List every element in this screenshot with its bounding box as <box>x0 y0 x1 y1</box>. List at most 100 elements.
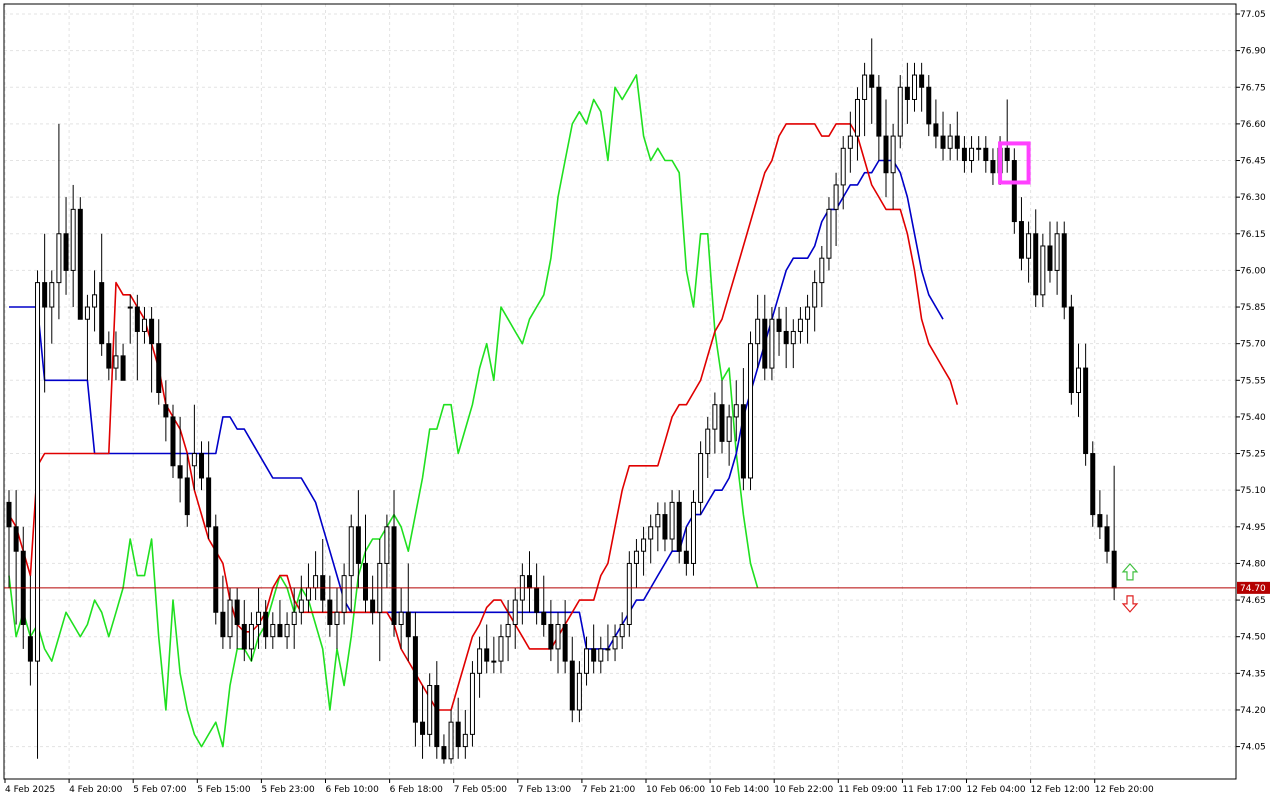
candle-body <box>633 550 639 564</box>
candle-body <box>313 575 319 589</box>
y-tick-label: 75.70 <box>1240 340 1266 350</box>
candle-body <box>248 623 254 650</box>
y-tick-label: 75.40 <box>1240 413 1266 423</box>
candle-body <box>854 98 860 137</box>
candle-body <box>277 623 283 638</box>
candle-body <box>1018 221 1024 259</box>
candle-body <box>113 355 119 369</box>
candle-body <box>99 282 105 345</box>
candle-body <box>576 672 582 711</box>
candle-body <box>170 416 176 467</box>
y-tick-label: 76.60 <box>1240 120 1266 130</box>
candle-body <box>370 599 376 613</box>
y-tick-label: 74.80 <box>1240 559 1266 569</box>
candle-body <box>391 526 397 625</box>
candle-body <box>1004 147 1010 162</box>
candle-body <box>626 562 632 625</box>
candle-body <box>655 514 661 528</box>
x-tick-label: 10 Feb 22:00 <box>774 785 833 795</box>
candle-body <box>669 501 675 540</box>
candle-body <box>940 135 946 149</box>
candle-body <box>790 330 796 345</box>
candle-body <box>840 147 846 186</box>
price-axis: 77.05 76.90 76.75 76.60 76.45 76.30 76.15 76.00… <box>1236 10 1266 753</box>
y-tick-label: 76.00 <box>1240 266 1266 276</box>
candle-body <box>92 294 98 308</box>
x-tick-label: 7 Feb 13:00 <box>518 785 572 795</box>
candle-body <box>491 660 497 663</box>
y-tick-label: 74.05 <box>1240 743 1266 753</box>
candle-body <box>270 623 276 638</box>
candle-body <box>919 74 925 88</box>
candle-body <box>769 318 775 369</box>
candle-body <box>363 562 368 601</box>
candle-body <box>469 672 475 735</box>
y-tick-label: 76.75 <box>1240 83 1266 93</box>
current-price-label: 74.70 <box>1240 584 1266 594</box>
candle-body <box>876 86 882 137</box>
candle-body <box>184 477 190 516</box>
candle-body <box>976 147 982 150</box>
candle-body <box>890 135 896 174</box>
candle-body <box>1090 453 1096 516</box>
candle-body <box>512 599 518 625</box>
candle-body <box>384 526 390 564</box>
candle-body <box>256 611 262 625</box>
y-tick-label: 75.10 <box>1240 486 1266 496</box>
candle-body <box>134 306 140 332</box>
candle-body <box>441 746 447 760</box>
candle-body <box>427 685 433 735</box>
y-tick-label: 74.95 <box>1240 523 1266 533</box>
candle-body <box>49 282 55 308</box>
candle-body <box>1040 245 1046 296</box>
candle-body <box>1026 233 1032 259</box>
candle-body <box>484 648 490 662</box>
y-tick-label: 75.85 <box>1240 303 1266 313</box>
y-tick-label: 74.50 <box>1240 633 1266 643</box>
candle-body <box>355 526 361 564</box>
y-tick-label: 76.45 <box>1240 157 1266 167</box>
candle-body <box>462 733 468 748</box>
y-tick-label: 75.55 <box>1240 376 1266 386</box>
candle-body <box>641 538 647 552</box>
y-tick-label: 74.35 <box>1240 669 1266 679</box>
candle-body <box>776 318 782 332</box>
candle-body <box>498 636 504 662</box>
candle-body <box>534 587 540 613</box>
candle-body <box>77 208 83 320</box>
candle-body <box>341 575 347 613</box>
candle-body <box>334 611 340 625</box>
y-tick-label: 76.30 <box>1240 193 1266 203</box>
candle-body <box>648 526 654 540</box>
candle-body <box>690 501 696 564</box>
candle-body <box>284 623 290 638</box>
candle-body <box>291 611 297 625</box>
candle-body <box>163 404 169 418</box>
candle-body <box>726 416 732 442</box>
candle-body <box>947 135 953 149</box>
candle-body <box>156 343 162 393</box>
candle-body <box>862 74 868 100</box>
y-tick-label: 74.65 <box>1240 596 1266 606</box>
x-tick-label: 10 Feb 06:00 <box>646 785 705 795</box>
candle-body <box>477 648 483 674</box>
candle-body <box>455 721 461 748</box>
candle-body <box>1068 306 1074 393</box>
candle-body <box>555 623 561 650</box>
candle-body <box>541 611 547 625</box>
candle-body <box>983 147 989 162</box>
candle-body <box>1054 233 1060 271</box>
candle-body <box>1061 233 1067 308</box>
candle-body <box>241 623 247 650</box>
y-tick-label: 76.15 <box>1240 230 1266 240</box>
x-tick-label: 5 Feb 23:00 <box>261 785 315 795</box>
candle-body <box>797 318 803 332</box>
candle-body <box>826 208 832 259</box>
candle-body <box>847 135 853 149</box>
y-tick-label: 74.20 <box>1240 706 1266 716</box>
candle-body <box>127 306 133 309</box>
candle-body <box>1097 514 1103 528</box>
y-tick-label: 75.25 <box>1240 450 1266 460</box>
price-chart: 74.70 77.05 76.90 76.75 76.60 76.45 76.30 76.1… <box>0 0 1280 800</box>
candle-body <box>662 514 668 540</box>
